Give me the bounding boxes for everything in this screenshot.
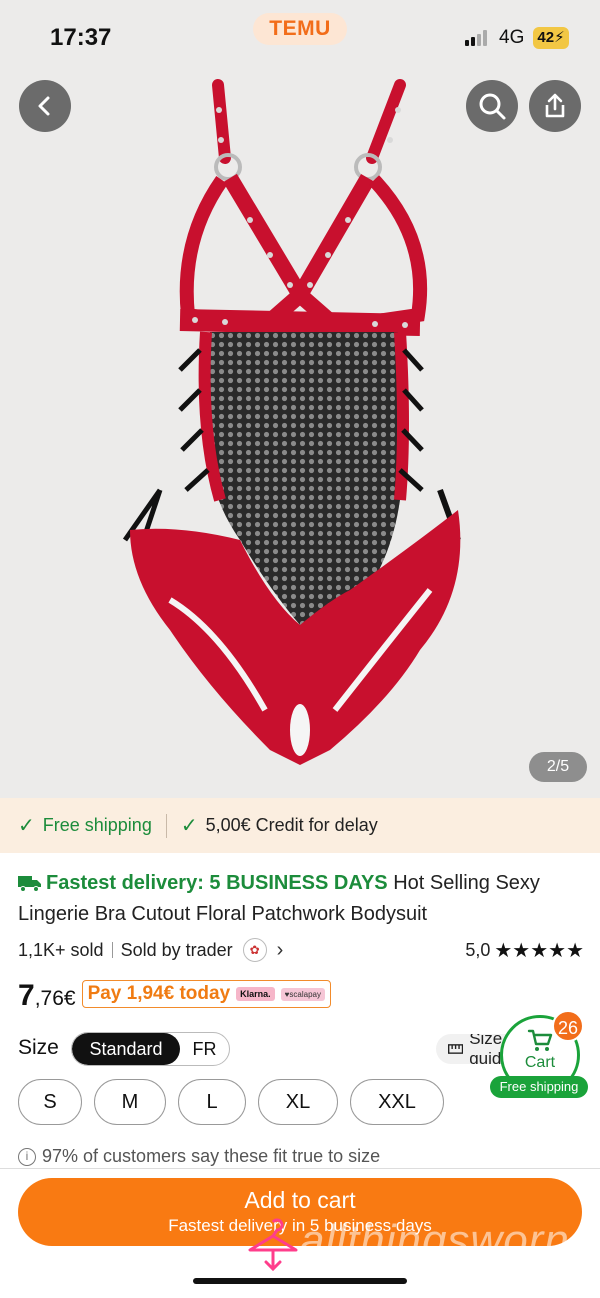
size-option-s[interactable]: S xyxy=(18,1079,82,1125)
size-label: Size xyxy=(18,1036,59,1059)
add-to-cart-subtitle: Fastest delivery in 5 business days xyxy=(168,1216,432,1235)
scalapay-logo: ♥scalapay xyxy=(280,987,325,1001)
brand-logo[interactable]: TEMU xyxy=(253,13,347,45)
floating-cart-button[interactable]: Cart Free shipping 26 xyxy=(490,1010,588,1098)
back-button[interactable] xyxy=(19,80,71,132)
pay-today-label: Pay 1,94€ today xyxy=(87,983,231,1004)
rating-value: 5,0 xyxy=(465,939,491,960)
delivery-truck-icon xyxy=(18,876,41,892)
installment-badge[interactable]: Pay 1,94€ today Klarna. ♥scalapay xyxy=(81,980,331,1008)
status-bar: 17:37 TEMU 4G 42⚡ xyxy=(0,0,600,76)
gallery-counter: 2/5 xyxy=(529,752,587,782)
chevron-right-icon[interactable]: › xyxy=(277,939,284,962)
product-gallery[interactable]: 17:37 TEMU 4G 42⚡ 2/5 xyxy=(0,0,600,798)
star-rating-icon: ★★★★★ xyxy=(494,939,584,962)
check-icon: ✓ xyxy=(180,815,198,837)
free-shipping-label: Free shipping xyxy=(42,815,152,835)
home-indicator xyxy=(193,1278,407,1284)
info-icon: i xyxy=(18,1147,36,1166)
size-option-m[interactable]: M xyxy=(94,1079,166,1125)
size-option-l[interactable]: L xyxy=(178,1079,246,1125)
size-option-xxl[interactable]: XXL xyxy=(350,1079,444,1125)
battery-level: 42 xyxy=(537,29,555,46)
product-image[interactable] xyxy=(100,70,500,780)
hanger-watermark-icon xyxy=(248,1218,298,1272)
sold-count: 1,1K+ sold xyxy=(18,939,104,960)
add-to-cart-button[interactable]: Add to cart Fastest delivery in 5 busine… xyxy=(18,1178,582,1246)
delay-credit-benefit[interactable]: ✓ 5,00€ Credit for delay xyxy=(181,813,378,838)
product-title: Fastest delivery: 5 BUSINESS DAYS Hot Se… xyxy=(18,868,586,930)
benefit-divider xyxy=(165,813,167,838)
cart-count-badge: 26 xyxy=(552,1010,584,1042)
fast-delivery-label: Fastest delivery: 5 BUSINESS DAYS xyxy=(46,872,388,894)
rating[interactable]: 5,0 ★★★★★ xyxy=(465,938,584,963)
seller-avatar[interactable]: ✿ xyxy=(242,938,267,962)
share-button[interactable] xyxy=(529,80,581,132)
delay-credit-label: 5,00€ Credit for delay xyxy=(205,815,378,835)
size-options: S M L XL XXL xyxy=(18,1079,444,1125)
cart-icon xyxy=(527,1029,553,1051)
klarna-logo: Klarna. xyxy=(236,987,275,1001)
ruler-icon xyxy=(448,1044,464,1054)
section-divider xyxy=(0,1168,600,1169)
status-time: 17:37 xyxy=(50,24,112,51)
add-to-cart-label: Add to cart xyxy=(244,1187,356,1213)
benefits-strip[interactable]: ✓ Free shipping ✓ 5,00€ Credit for delay xyxy=(0,798,600,853)
price-decimal: ,76€ xyxy=(34,987,76,1010)
chevron-left-icon xyxy=(38,96,50,116)
network-label: 4G xyxy=(499,27,525,48)
cart-free-shipping: Free shipping xyxy=(490,1076,588,1098)
size-system-fr[interactable]: FR xyxy=(180,1033,229,1065)
sold-by-label[interactable]: Sold by trader xyxy=(121,940,233,961)
check-icon: ✓ xyxy=(18,815,35,837)
fast-delivery-tag: Fastest delivery: 5 BUSINESS DAYS xyxy=(18,872,393,894)
price-row: 7 ,76€ Pay 1,94€ today Klarna. ♥scalapay xyxy=(18,974,331,1012)
size-system-toggle[interactable]: Standard FR xyxy=(71,1032,230,1066)
signal-icon xyxy=(465,30,491,46)
free-shipping-benefit[interactable]: ✓ Free shipping xyxy=(18,813,152,838)
battery-icon: 42⚡ xyxy=(533,27,569,49)
meta-divider xyxy=(111,942,113,958)
fit-note: i 97% of customers say these fit true to… xyxy=(18,1146,380,1167)
share-icon xyxy=(545,93,565,118)
fit-note-text: 97% of customers say these fit true to s… xyxy=(42,1146,381,1166)
size-option-xl[interactable]: XL xyxy=(258,1079,338,1125)
seller-row[interactable]: 1,1K+ sold Sold by trader ✿ › 5,0 ★★★★★ xyxy=(18,937,584,963)
size-system-standard[interactable]: Standard xyxy=(72,1033,180,1065)
price-integer: 7 xyxy=(18,979,35,1012)
cart-label: Cart xyxy=(524,1054,556,1071)
